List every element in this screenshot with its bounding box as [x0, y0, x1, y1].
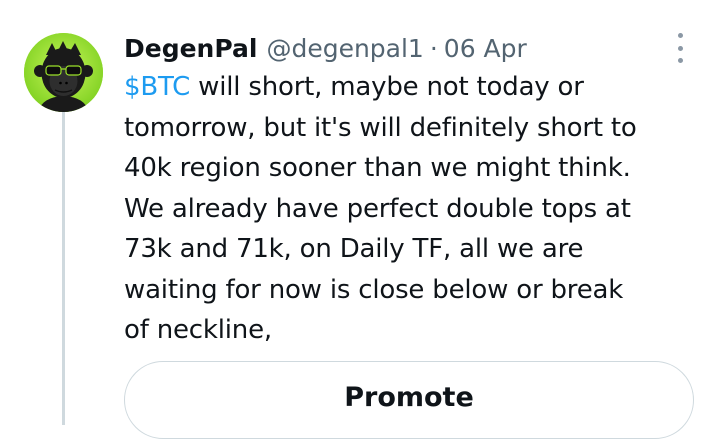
more-dot	[677, 33, 683, 38]
more-dot	[677, 58, 683, 63]
tweet-text-line: $BTC will short, maybe not today or	[124, 67, 694, 108]
promote-button[interactable]: Promote	[124, 361, 694, 439]
tweet-text-fragment: will short, maybe not today or	[190, 72, 584, 102]
cashtag-link[interactable]: $BTC	[124, 72, 190, 102]
promote-button-label: Promote	[344, 382, 474, 413]
tweet-text-line: of neckline,	[124, 315, 272, 345]
author-handle[interactable]: @degenpal1	[266, 34, 423, 63]
avatar[interactable]	[24, 33, 103, 112]
more-vertical-icon[interactable]	[670, 33, 690, 63]
separator-dot: ·	[429, 33, 438, 63]
tweet-text-line: 73k and 71k, on Daily TF, all we are	[124, 234, 584, 264]
tweet-text-line: waiting for now is close below or break	[124, 274, 624, 305]
tweet-text-line: We already have perfect double tops at	[124, 193, 631, 224]
tweet-text: $BTC will short, maybe not today or tomo…	[124, 67, 694, 351]
tweet-text-line: tomorrow, but it's will definitely short…	[124, 112, 637, 143]
author-display-name[interactable]: DegenPal	[124, 34, 257, 63]
ape-avatar-icon	[24, 33, 103, 112]
more-dot	[677, 45, 683, 51]
tweet-text-line: 40k region sooner than we might think.	[124, 153, 631, 183]
tweet-date[interactable]: 06 Apr	[444, 34, 527, 63]
tweet-header: DegenPal @degenpal1 · 06 Apr	[124, 30, 527, 66]
thread-connector-line	[62, 112, 65, 425]
